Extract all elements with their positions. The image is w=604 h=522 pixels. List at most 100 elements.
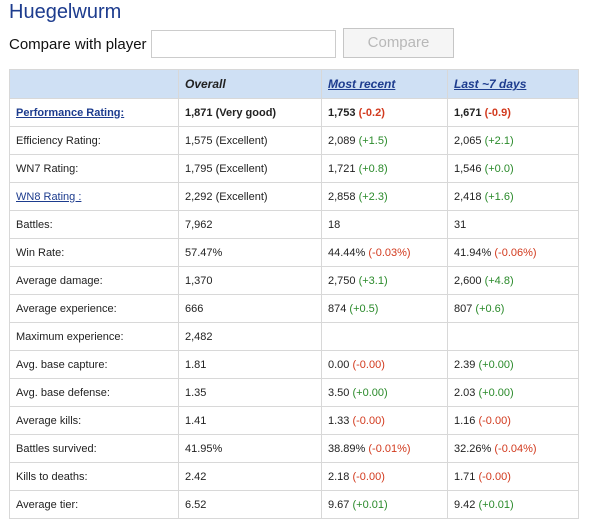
last-7-days-delta: (+0.00) <box>478 386 514 399</box>
performance-rating-link[interactable]: Performance Rating: <box>16 107 124 119</box>
overall-value: 7,962 <box>178 210 322 239</box>
compare-bar: Compare with player <box>9 29 336 59</box>
most-recent-value: 0.00 <box>328 358 350 371</box>
last-7-days-delta: (+0.6) <box>475 302 505 315</box>
most-recent-value: 18 <box>328 218 341 231</box>
last-7-days-cell: 32.26% (-0.04%) <box>447 434 579 463</box>
most-recent-cell <box>321 322 448 351</box>
table-row: Efficiency Rating: 1,575 (Excellent) 2,089… <box>9 126 579 155</box>
row-label-cell: Efficiency Rating: <box>9 126 179 155</box>
last-7-days-cell: 2.03 (+0.00) <box>447 378 579 407</box>
most-recent-delta: (+3.1) <box>358 274 388 287</box>
table-row: Average tier: 6.52 9.67 (+0.01) 9.42 (+0.01… <box>9 490 579 519</box>
overall-value: 41.95% <box>178 434 322 463</box>
row-label: Average experience: <box>16 302 117 315</box>
last-7-days-value: 1,546 <box>454 162 482 175</box>
most-recent-delta: (+2.3) <box>358 190 388 203</box>
last-7-days-delta: (-0.9) <box>484 106 511 119</box>
most-recent-delta: (+1.5) <box>358 134 388 147</box>
last-7-days-delta: (+4.8) <box>484 274 514 287</box>
wn8-rating-link[interactable]: WN8 Rating : <box>16 191 81 203</box>
last-7-days-cell: 1,546 (+0.0) <box>447 154 579 183</box>
last-7-days-delta: (+2.1) <box>484 134 514 147</box>
most-recent-cell: 18 <box>321 210 448 239</box>
row-label-cell: Win Rate: <box>9 238 179 267</box>
last-7-days-value: 1.71 <box>454 470 476 483</box>
table-header-row: Overall Most recent Last ~7 days <box>9 69 579 99</box>
most-recent-cell: 38.89% (-0.01%) <box>321 434 448 463</box>
most-recent-delta: (+0.5) <box>349 302 379 315</box>
row-label: Kills to deaths: <box>16 470 88 483</box>
row-label-cell: Average tier: <box>9 490 179 519</box>
row-label: Maximum experience: <box>16 330 124 343</box>
header-last-7-days-link[interactable]: Last ~7 days <box>447 69 579 99</box>
overall-value: 1,370 <box>178 266 322 295</box>
table-row: Performance Rating: 1,871 (Very good) 1,75… <box>9 98 579 127</box>
last-7-days-value: 9.42 <box>454 498 476 511</box>
last-7-days-cell: 41.94% (-0.06%) <box>447 238 579 267</box>
overall-value: 57.47% <box>178 238 322 267</box>
last-7-days-cell: 1,671 (-0.9) <box>447 98 579 127</box>
row-label-cell: Kills to deaths: <box>9 462 179 491</box>
overall-value: 1,795 (Excellent) <box>178 154 322 183</box>
table-row: Avg. base defense: 1.35 3.50 (+0.00) 2.03 (… <box>9 378 579 407</box>
header-overall: Overall <box>178 69 322 99</box>
most-recent-cell: 1,721 (+0.8) <box>321 154 448 183</box>
row-label-cell: Battles: <box>9 210 179 239</box>
most-recent-delta: (-0.2) <box>358 106 385 119</box>
most-recent-cell: 9.67 (+0.01) <box>321 490 448 519</box>
row-label-cell: Maximum experience: <box>9 322 179 351</box>
most-recent-value: 1,721 <box>328 162 356 175</box>
last-7-days-cell: 2.39 (+0.00) <box>447 350 579 379</box>
last-7-days-cell <box>447 322 579 351</box>
most-recent-cell: 1.33 (-0.00) <box>321 406 448 435</box>
compare-button[interactable]: Compare <box>343 28 454 58</box>
most-recent-cell: 2,750 (+3.1) <box>321 266 448 295</box>
last-7-days-value: 2,600 <box>454 274 482 287</box>
last-7-days-value: 2.03 <box>454 386 476 399</box>
last-7-days-cell: 31 <box>447 210 579 239</box>
row-label: Avg. base defense: <box>16 386 110 399</box>
row-label-cell: Battles survived: <box>9 434 179 463</box>
most-recent-cell: 1,753 (-0.2) <box>321 98 448 127</box>
table-row: Average kills: 1.41 1.33 (-0.00) 1.16 (-0.0… <box>9 406 579 435</box>
overall-value: 2,482 <box>178 322 322 351</box>
overall-value: 1.35 <box>178 378 322 407</box>
table-row: Battles survived: 41.95% 38.89% (-0.01%) 32… <box>9 434 579 463</box>
compare-player-input[interactable] <box>150 30 336 58</box>
row-label-cell: Average kills: <box>9 406 179 435</box>
most-recent-value: 44.44% <box>328 246 366 259</box>
overall-value: 666 <box>178 294 322 323</box>
last-7-days-delta: (+0.00) <box>478 358 514 371</box>
last-7-days-value: 807 <box>454 302 473 315</box>
row-label: Battles survived: <box>16 442 97 455</box>
table-row: Average damage: 1,370 2,750 (+3.1) 2,600 (+… <box>9 266 579 295</box>
row-label-cell: WN7 Rating: <box>9 154 179 183</box>
most-recent-cell: 2,089 (+1.5) <box>321 126 448 155</box>
most-recent-cell: 2,858 (+2.3) <box>321 182 448 211</box>
most-recent-value: 1.33 <box>328 414 350 427</box>
most-recent-value: 2,750 <box>328 274 356 287</box>
most-recent-delta: (-0.03%) <box>368 246 411 259</box>
last-7-days-delta: (-0.06%) <box>494 246 537 259</box>
last-7-days-cell: 2,600 (+4.8) <box>447 266 579 295</box>
header-most-recent-link[interactable]: Most recent <box>321 69 448 99</box>
last-7-days-delta: (+0.0) <box>484 162 514 175</box>
table-row: Average experience: 666 874 (+0.5) 807 (+0.… <box>9 294 579 323</box>
row-label: Battles: <box>16 218 53 231</box>
last-7-days-delta: (-0.00) <box>478 414 511 427</box>
most-recent-cell: 874 (+0.5) <box>321 294 448 323</box>
row-label: Average kills: <box>16 414 82 427</box>
player-name-title: Huegelwurm <box>9 1 122 23</box>
table-row: Win Rate: 57.47% 44.44% (-0.03%) 41.94% (-0… <box>9 238 579 267</box>
most-recent-delta: (-0.00) <box>352 470 385 483</box>
table-row: WN8 Rating :2,292 (Excellent) 2,858 (+2.3… <box>9 182 579 211</box>
most-recent-delta: (-0.01%) <box>368 442 411 455</box>
overall-value: 1.41 <box>178 406 322 435</box>
row-label-cell: Avg. base capture: <box>9 350 179 379</box>
last-7-days-cell: 1.71 (-0.00) <box>447 462 579 491</box>
last-7-days-value: 1,671 <box>454 106 482 119</box>
last-7-days-value: 1.16 <box>454 414 476 427</box>
row-label: Average damage: <box>16 274 103 287</box>
overall-value: 1,575 (Excellent) <box>178 126 322 155</box>
